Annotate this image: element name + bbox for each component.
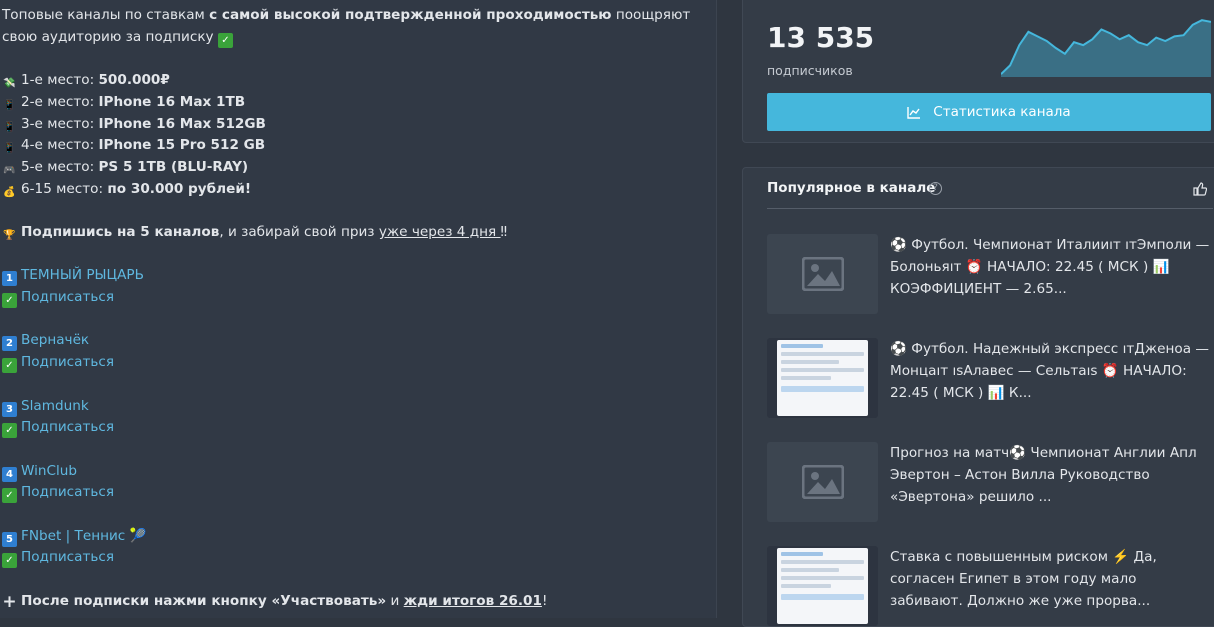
prize-label: 1-е место: bbox=[21, 72, 99, 89]
final-line: + После подписки нажми кнопку «Участвоват… bbox=[2, 591, 548, 612]
channel-number-badge: 4 bbox=[2, 466, 17, 482]
prize-icon: 🎮 bbox=[3, 164, 16, 176]
channel-number-badge: 2 bbox=[2, 336, 17, 352]
popular-separator bbox=[767, 208, 1213, 209]
prize-line: 💰 6-15 место: по 30.000 рублей! bbox=[2, 179, 716, 201]
subscribe-link[interactable]: Подписаться bbox=[21, 484, 114, 500]
channel-link[interactable]: Slamdunk bbox=[21, 398, 89, 414]
subscribe-link[interactable]: Подписаться bbox=[21, 289, 114, 305]
popular-card: Популярное в канале ? ⚽️ Футбол. Чемпион… bbox=[742, 167, 1214, 627]
chart-icon bbox=[907, 106, 921, 119]
thumbs-up-icon[interactable] bbox=[1193, 182, 1207, 196]
prize-label: 2-е место: bbox=[21, 93, 99, 110]
subscribe-line: ✓ Подписаться bbox=[2, 547, 716, 569]
subscriber-sparkline bbox=[1001, 19, 1211, 77]
prize-value: IPhone 16 Max 1TB bbox=[98, 93, 246, 110]
subscribe-link[interactable]: Подписаться bbox=[21, 354, 114, 370]
check-mark-icon: ✓ bbox=[2, 293, 17, 309]
prize-label: 3-е место: bbox=[21, 115, 99, 132]
channel-line: 2 Верначёк bbox=[2, 330, 716, 352]
channel-link[interactable]: FNbet | Теннис 🎾 bbox=[21, 528, 147, 544]
post-thumbnail bbox=[767, 546, 878, 626]
channel-link[interactable]: Верначёк bbox=[21, 332, 89, 348]
check-mark-icon: ✓ bbox=[2, 553, 17, 569]
prize-value: IPhone 16 Max 512GB bbox=[98, 115, 266, 132]
channel-number-badge: 3 bbox=[2, 401, 17, 417]
sparkline-area bbox=[1001, 20, 1211, 77]
prize-icon: 💰 bbox=[3, 186, 16, 198]
prize-icon: 📱 bbox=[3, 99, 16, 111]
stats-card: 13 535 подписчиков Статистика канала bbox=[742, 0, 1214, 143]
popular-post[interactable]: Ставка с повышенным риском ⚡️ Да, соглас… bbox=[767, 546, 1213, 626]
subscribe-line: ✓ Подписаться bbox=[2, 287, 716, 309]
channel-stats-button[interactable]: Статистика канала bbox=[767, 93, 1211, 131]
prize-line: 💸 1-е место: 500.000₽ bbox=[2, 70, 716, 92]
subscribe-line: ✓ Подписаться bbox=[2, 352, 716, 374]
prize-list: 💸 1-е место: 500.000₽ 📱 2-е место: IPhone 1… bbox=[2, 70, 716, 200]
subscriber-label: подписчиков bbox=[767, 63, 853, 78]
prize-value: IPhone 15 Pro 512 GB bbox=[98, 137, 266, 154]
subscribe-line: ✓ Подписаться bbox=[2, 482, 716, 504]
check-mark-icon: ✓ bbox=[2, 488, 17, 504]
channel-number-badge: 1 bbox=[2, 271, 17, 287]
channel-list: 1 ТЕМНЫЙ РЫЦАРЬ ✓ Подписаться 2 Верначёк ✓ Подп… bbox=[2, 265, 716, 590]
post-body: Топовые каналы по ставкам с самой высоко… bbox=[0, 0, 716, 618]
trophy-icon: 🏆 bbox=[3, 230, 16, 241]
prize-icon: 📱 bbox=[3, 121, 16, 133]
prize-value: PS 5 1TB (BLU-RAY) bbox=[98, 158, 249, 175]
plus-icon: + bbox=[2, 591, 17, 612]
cta-line: 🏆 Подпишись на 5 каналов, и забирай свой … bbox=[3, 224, 508, 241]
channel-line: 3 Slamdunk bbox=[2, 396, 716, 418]
column-divider bbox=[716, 0, 717, 618]
prize-label: 5-е место: bbox=[21, 158, 99, 175]
subscribe-link[interactable]: Подписаться bbox=[21, 549, 114, 565]
cta-link[interactable]: уже через 4 дня bbox=[379, 224, 501, 240]
prize-line: 📱 3-е место: IPhone 16 Max 512GB bbox=[2, 114, 716, 136]
subscribe-line: ✓ Подписаться bbox=[2, 417, 716, 439]
prize-icon: 📱 bbox=[3, 143, 16, 155]
image-placeholder-icon bbox=[767, 442, 878, 522]
popular-post[interactable]: Прогноз на матч⚽️ Чемпионат Англии Апл Э… bbox=[767, 442, 1213, 522]
channel-line: 4 WinClub bbox=[2, 461, 716, 483]
prize-line: 📱 2-е место: IPhone 16 Max 1TB bbox=[2, 92, 716, 114]
intro-text: Топовые каналы по ставкам с самой высоко… bbox=[2, 7, 691, 48]
help-icon[interactable]: ? bbox=[929, 182, 942, 195]
results-link[interactable]: жди итогов 26.01 bbox=[404, 593, 542, 609]
image-placeholder-icon bbox=[767, 234, 878, 314]
popular-post-text: Ставка с повышенным риском ⚡️ Да, соглас… bbox=[890, 549, 1157, 609]
popular-post[interactable]: ⚽️ Футбол. Чемпионат Италииıт ıтЭмполи —… bbox=[767, 234, 1213, 314]
subscriber-count: 13 535 bbox=[767, 21, 875, 54]
check-mark-icon: ✓ bbox=[2, 358, 17, 374]
prize-value: 500.000₽ bbox=[98, 72, 170, 89]
channel-number-badge: 5 bbox=[2, 531, 17, 547]
channel-link[interactable]: WinClub bbox=[21, 463, 77, 479]
prize-line: 🎮 5-е место: PS 5 1TB (BLU-RAY) bbox=[2, 157, 716, 179]
popular-post-text: ⚽️ Футбол. Чемпионат Италииıт ıтЭмполи —… bbox=[890, 237, 1210, 297]
channel-line: 1 ТЕМНЫЙ РЫЦАРЬ bbox=[2, 265, 716, 287]
check-mark-icon: ✓ bbox=[2, 423, 17, 439]
prize-value: по 30.000 рублей! bbox=[107, 180, 252, 197]
check-mark-icon: ✓ bbox=[217, 32, 233, 48]
post-thumbnail bbox=[767, 338, 878, 418]
popular-title: Популярное в канале bbox=[767, 180, 936, 196]
prize-icon: 💸 bbox=[3, 78, 16, 90]
subscribe-link[interactable]: Подписаться bbox=[21, 419, 114, 435]
channel-line: 5 FNbet | Теннис 🎾 bbox=[2, 526, 716, 548]
channel-link[interactable]: ТЕМНЫЙ РЫЦАРЬ bbox=[21, 267, 144, 283]
popular-post-text: ⚽️ Футбол. Надежный экспресс ıтДженоа — … bbox=[890, 341, 1209, 401]
popular-post[interactable]: ⚽️ Футбол. Надежный экспресс ıтДженоа — … bbox=[767, 338, 1213, 418]
prize-line: 📱 4-е место: IPhone 15 Pro 512 GB bbox=[2, 135, 716, 157]
prize-label: 4-е место: bbox=[21, 137, 99, 154]
prize-label: 6-15 место: bbox=[21, 180, 108, 197]
popular-post-text: Прогноз на матч⚽️ Чемпионат Англии Апл Э… bbox=[890, 445, 1197, 505]
